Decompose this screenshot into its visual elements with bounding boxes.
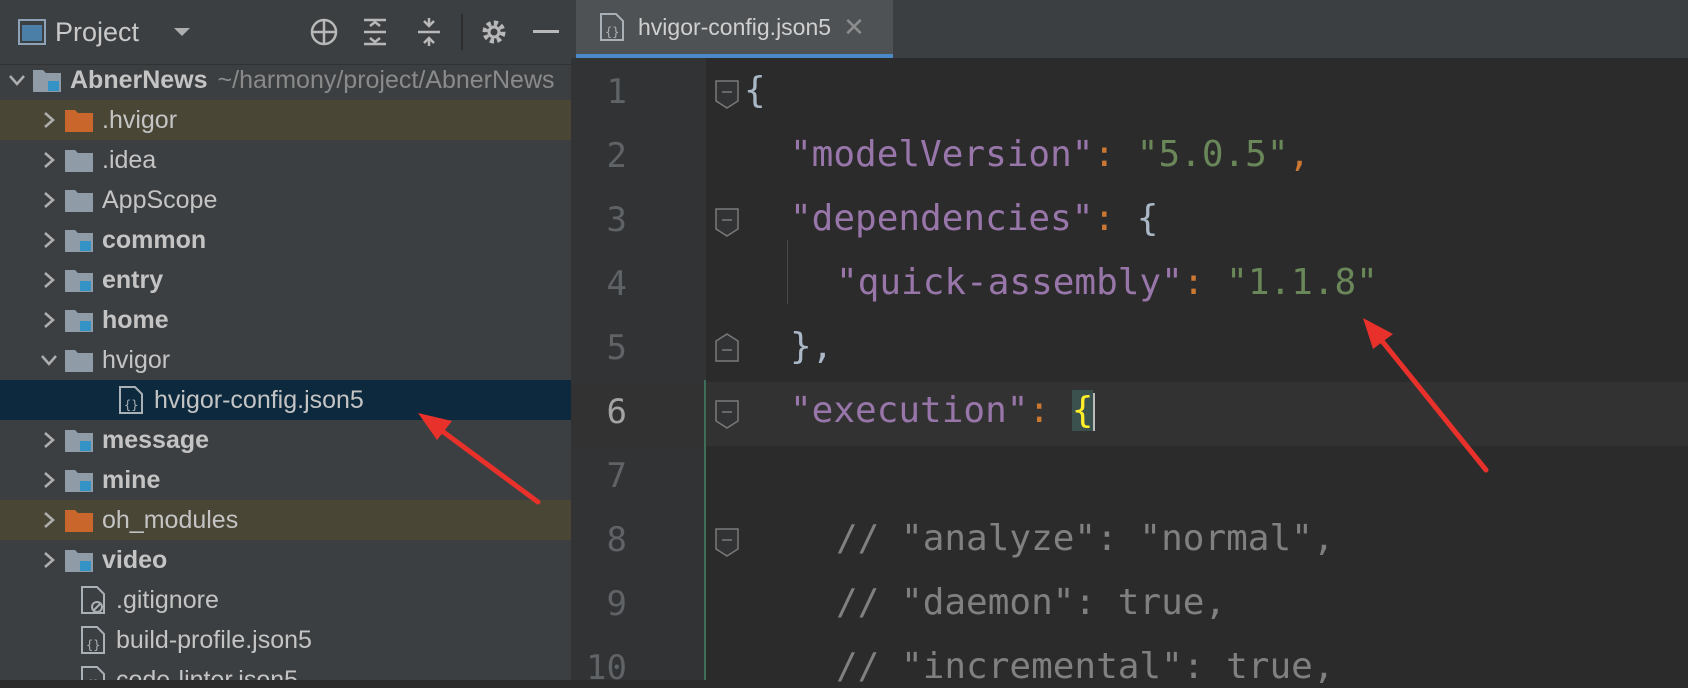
arrow-to-version bbox=[1363, 318, 1489, 473]
annotation-arrows bbox=[418, 318, 1489, 505]
arrow-to-config-file bbox=[418, 413, 541, 505]
